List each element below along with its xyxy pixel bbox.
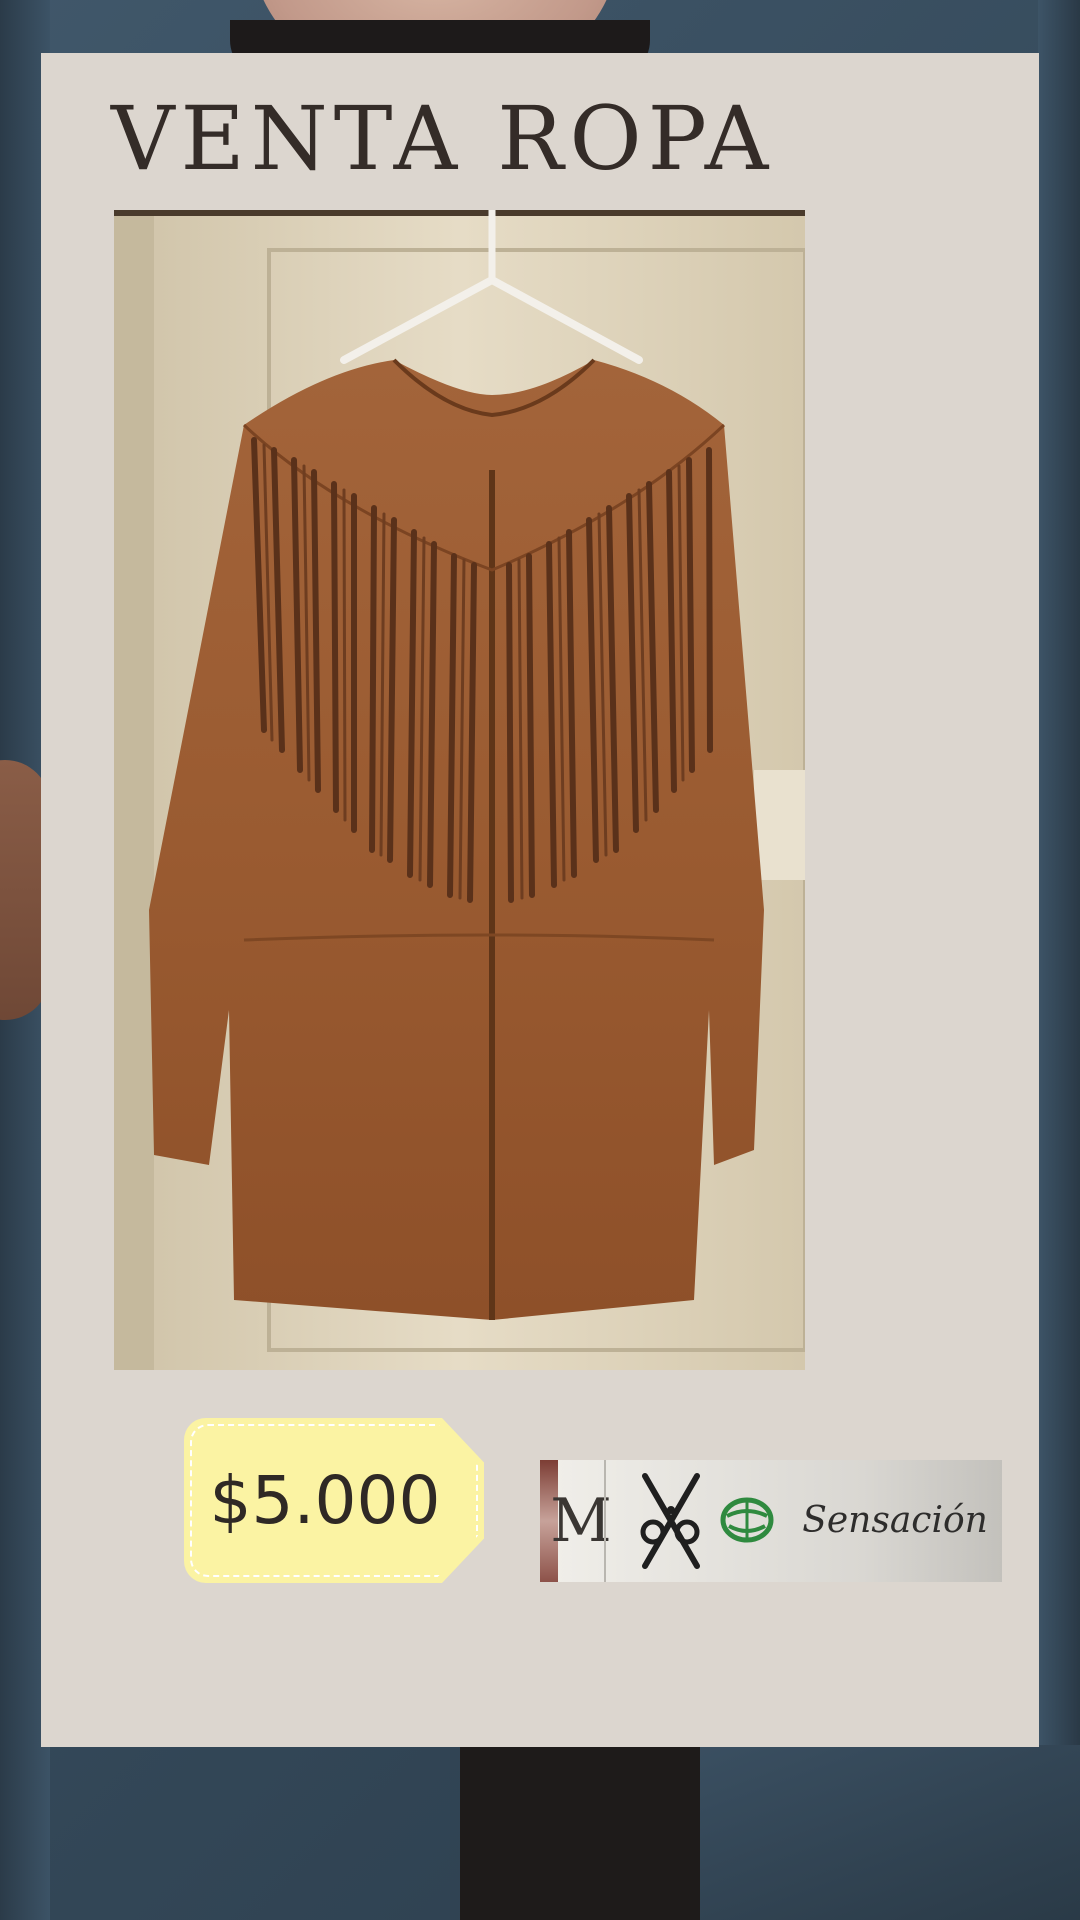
sale-poster-card: VENTA ROPA $5.000 M Sensación: [41, 53, 1039, 1747]
brand-monogram: M: [550, 1486, 612, 1556]
bottom-shadow: [460, 1745, 710, 1920]
bottom-fabric: [700, 1745, 1080, 1920]
door-highlight: [754, 770, 805, 880]
price-value: $5.000: [209, 1462, 441, 1539]
price-tag: $5.000: [184, 1418, 484, 1583]
label-divider: [604, 1460, 606, 1582]
jacket-lapel-right: [1038, 0, 1080, 1920]
fringe-jacket-illustration: [114, 210, 805, 1370]
brand-name: Sensación: [802, 1499, 988, 1541]
product-photo: [114, 210, 805, 1370]
scissors-icon: [640, 1473, 700, 1569]
brand-label: M Sensación: [540, 1460, 1002, 1582]
door-frame: [114, 210, 154, 1370]
door-top-edge: [114, 210, 805, 216]
globe-icon: [720, 1497, 774, 1543]
poster-title: VENTA ROPA: [111, 87, 775, 190]
